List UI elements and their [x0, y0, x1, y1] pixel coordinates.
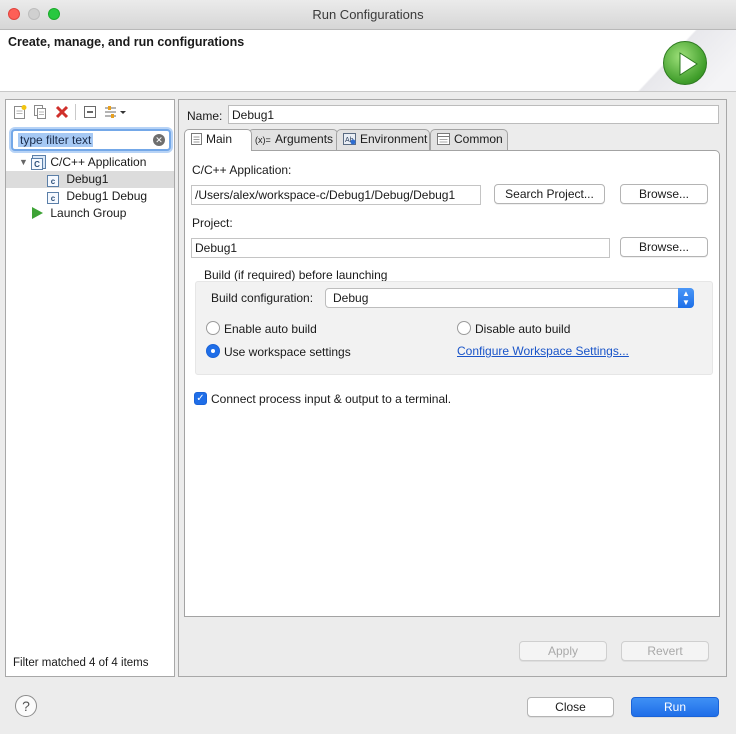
project-label: Project:	[192, 216, 233, 230]
terminal-checkbox-label: Connect process input & output to a term…	[211, 392, 452, 406]
c-config-icon: c	[47, 175, 59, 187]
new-configuration-icon[interactable]	[12, 104, 28, 120]
enable-auto-build-label: Enable auto build	[224, 322, 317, 336]
build-configuration-select[interactable]: Debug ▲ ▼	[325, 288, 694, 308]
close-button[interactable]: Close	[527, 697, 614, 717]
browse-application-button[interactable]: Browse...	[620, 184, 708, 204]
tree-item-debug1-debug[interactable]: c Debug1 Debug	[6, 188, 174, 205]
run-play-icon	[663, 41, 707, 85]
configuration-tabs: Main (x)= Arguments Ab Environment Common	[184, 129, 720, 151]
search-project-button[interactable]: Search Project...	[494, 184, 605, 204]
tab-environment-label: Environment	[360, 132, 428, 146]
configuration-editor-pane: Name: Debug1 Main (x)= Arguments Ab Envir…	[178, 99, 727, 677]
configuration-toolbar	[6, 100, 174, 124]
revert-button[interactable]: Revert	[621, 641, 709, 661]
configuration-tree: ▼ C C/C++ Application c Debug1 c Debug1 …	[6, 154, 174, 222]
filter-icon[interactable]	[103, 104, 127, 120]
tree-item-label: Debug1 Debug	[66, 189, 148, 203]
build-configuration-value: Debug	[333, 291, 369, 305]
common-tab-icon	[437, 132, 450, 145]
filter-input[interactable]: type filter text ✕	[11, 129, 171, 151]
toolbar-divider	[75, 104, 76, 120]
c-application-icon: C	[31, 158, 43, 170]
disable-auto-build-radio[interactable]	[457, 321, 471, 335]
build-configuration-label: Build configuration:	[211, 291, 314, 305]
filter-input-text: type filter text	[18, 133, 94, 147]
banner-heading: Create, manage, and run configurations	[8, 35, 245, 49]
disable-auto-build-label: Disable auto build	[475, 322, 571, 336]
name-label: Name:	[187, 109, 223, 123]
tree-item-label: Debug1	[66, 172, 109, 186]
clear-filter-icon[interactable]: ✕	[153, 134, 165, 146]
tab-common-label: Common	[454, 132, 503, 146]
tab-common[interactable]: Common	[430, 129, 508, 150]
dialog-banner: Create, manage, and run configurations	[0, 30, 736, 92]
tree-item-launch-group[interactable]: Launch Group	[6, 205, 174, 222]
main-tab-panel: C/C++ Application: /Users/alex/workspace…	[184, 150, 720, 617]
tree-category-label: C/C++ Application	[50, 155, 147, 169]
help-button[interactable]: ?	[15, 695, 37, 717]
tab-environment[interactable]: Ab Environment	[336, 129, 430, 150]
filter-status: Filter matched 4 of 4 items	[13, 657, 149, 669]
use-workspace-settings-label: Use workspace settings	[224, 345, 351, 359]
chevron-up-down-icon: ▲ ▼	[678, 288, 694, 308]
main-tab-icon	[191, 132, 202, 145]
tree-category-c-application[interactable]: ▼ C C/C++ Application	[6, 154, 174, 171]
tab-arguments[interactable]: (x)= Arguments	[248, 129, 338, 150]
run-configurations-window: Run Configurations Create, manage, and r…	[0, 0, 736, 734]
configuration-list-pane: type filter text ✕ ▼ C C/C++ Application…	[5, 99, 175, 677]
tab-arguments-label: Arguments	[275, 132, 334, 146]
application-label: C/C++ Application:	[192, 163, 292, 177]
terminal-checkbox[interactable]: ✓	[194, 392, 207, 405]
tree-item-label: Launch Group	[50, 206, 127, 220]
delete-icon[interactable]	[54, 104, 70, 120]
title-bar: Run Configurations	[0, 0, 736, 30]
environment-tab-icon: Ab	[343, 132, 356, 145]
tree-expanded-icon[interactable]: ▼	[19, 154, 28, 171]
tab-main-label: Main	[206, 132, 233, 146]
enable-auto-build-radio[interactable]	[206, 321, 220, 335]
launch-group-icon	[32, 207, 43, 219]
use-workspace-settings-radio[interactable]	[206, 344, 220, 358]
tree-item-debug1[interactable]: c Debug1	[6, 171, 174, 188]
project-input[interactable]: Debug1	[191, 238, 610, 258]
application-path-input[interactable]: /Users/alex/workspace-c/Debug1/Debug/Deb…	[191, 185, 481, 205]
tab-main[interactable]: Main	[184, 129, 252, 151]
build-group-label: Build (if required) before launching	[204, 268, 388, 282]
configure-workspace-settings-link[interactable]: Configure Workspace Settings...	[457, 344, 629, 358]
arguments-tab-icon: (x)=	[255, 135, 271, 145]
run-button[interactable]: Run	[631, 697, 719, 717]
duplicate-icon[interactable]	[32, 104, 48, 120]
collapse-all-icon[interactable]	[82, 104, 98, 120]
build-options-group: Build configuration: Debug ▲ ▼ Enable aut…	[195, 281, 713, 375]
browse-project-button[interactable]: Browse...	[620, 237, 708, 257]
name-input[interactable]: Debug1	[228, 105, 719, 124]
apply-button[interactable]: Apply	[519, 641, 607, 661]
window-title: Run Configurations	[312, 7, 424, 22]
c-config-icon: c	[47, 192, 59, 204]
